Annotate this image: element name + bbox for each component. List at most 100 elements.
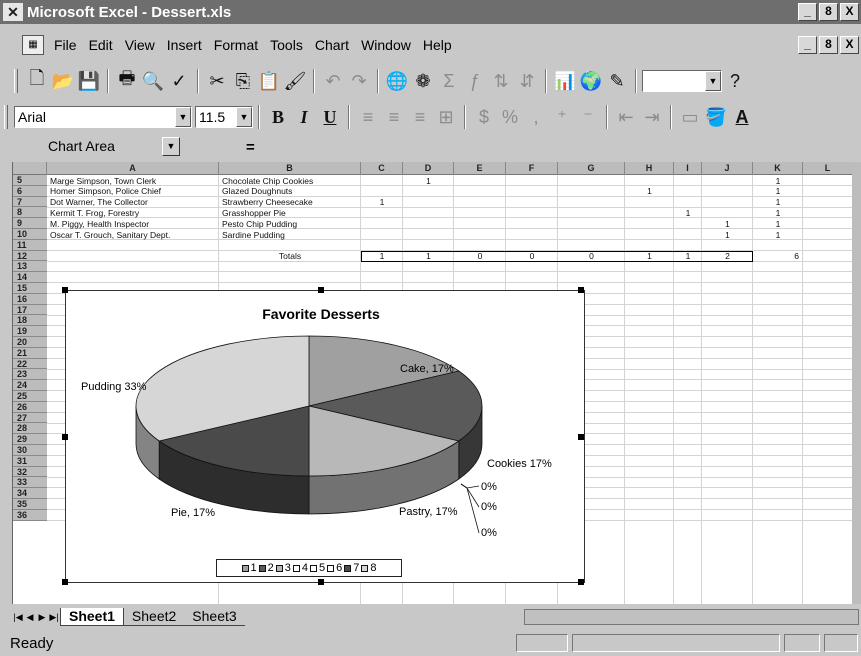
column-header-e[interactable]: E xyxy=(454,162,506,175)
name-box[interactable]: Chart Area ▼ xyxy=(16,136,194,158)
open-icon[interactable]: 📂 xyxy=(50,68,76,94)
chevron-down-icon[interactable]: ▼ xyxy=(236,107,252,127)
menu-edit[interactable]: Edit xyxy=(83,37,119,53)
excel-app-icon[interactable]: ✕ xyxy=(3,3,23,21)
legend-swatch[interactable] xyxy=(344,564,352,572)
row-header[interactable]: 26 xyxy=(13,401,47,413)
cell-mark[interactable]: 1 xyxy=(674,208,702,218)
column-header-i[interactable]: I xyxy=(674,162,702,175)
row-header[interactable]: 32 xyxy=(13,466,47,478)
spelling-icon[interactable]: ✓ xyxy=(166,68,192,94)
row-header[interactable]: 22 xyxy=(13,358,47,370)
cell-mark[interactable]: 1 xyxy=(361,197,403,207)
close-button[interactable]: X xyxy=(840,3,859,21)
select-all-corner[interactable] xyxy=(13,162,47,175)
next-sheet-icon[interactable]: ▶ xyxy=(36,610,48,624)
row-header[interactable]: 8 xyxy=(13,207,47,219)
legend-label[interactable]: 5 xyxy=(319,562,325,574)
row-header[interactable]: 29 xyxy=(13,434,47,445)
resize-handle[interactable] xyxy=(62,434,68,440)
row-header[interactable]: 31 xyxy=(13,455,47,467)
restore-button[interactable]: 8 xyxy=(819,3,838,21)
comma-icon[interactable]: , xyxy=(523,104,549,130)
legend-swatch[interactable] xyxy=(327,564,335,572)
hyperlink-icon[interactable]: 🌐 xyxy=(384,68,410,94)
decrease-indent-icon[interactable]: ⇤ xyxy=(613,104,639,130)
cell-mark[interactable]: 1 xyxy=(625,186,674,196)
cell-dessert[interactable]: Pesto Chip Pudding xyxy=(222,219,297,229)
cell-dessert[interactable]: Chocolate Chip Cookies xyxy=(222,176,313,186)
row-header[interactable]: 21 xyxy=(13,347,47,359)
cell-dessert[interactable]: Grasshopper Pie xyxy=(222,208,286,218)
prev-sheet-icon[interactable]: ◀ xyxy=(24,610,36,624)
legend-label[interactable]: 2 xyxy=(268,562,274,574)
font-color-icon[interactable]: A xyxy=(729,104,755,130)
legend-swatch[interactable] xyxy=(275,564,283,572)
legend-label[interactable]: 4 xyxy=(302,562,308,574)
leader-line[interactable] xyxy=(460,483,480,534)
data-label[interactable]: Pudding 33% xyxy=(81,381,147,393)
row-header[interactable]: 24 xyxy=(13,380,47,391)
column-header-k[interactable]: K xyxy=(753,162,803,175)
chart-area[interactable]: Favorite Desserts Cake, 17% Cookies 17% Pas… xyxy=(65,290,585,583)
cell-name[interactable]: Marge Simpson, Town Clerk xyxy=(50,176,156,186)
cell-mark[interactable]: 1 xyxy=(753,230,803,240)
autosum-icon[interactable]: Σ xyxy=(436,68,462,94)
cell-dessert[interactable]: Strawberry Cheesecake xyxy=(222,197,313,207)
font-size-dropdown[interactable]: 11.5 ▼ xyxy=(195,106,253,128)
percent-icon[interactable]: % xyxy=(497,104,523,130)
menu-insert[interactable]: Insert xyxy=(161,37,208,53)
menu-format[interactable]: Format xyxy=(208,37,264,53)
data-label[interactable]: Cookies 17% xyxy=(487,458,552,470)
align-left-icon[interactable]: ≡ xyxy=(355,104,381,130)
data-label[interactable]: Pastry, 17% xyxy=(399,506,458,518)
row-header[interactable]: 20 xyxy=(13,337,47,348)
pie-chart[interactable]: Favorite Desserts Cake, 17% Cookies 17% Pas… xyxy=(66,291,584,582)
chart-wizard-icon[interactable]: 📊 xyxy=(552,68,578,94)
menu-help[interactable]: Help xyxy=(417,37,458,53)
menu-tools[interactable]: Tools xyxy=(264,37,309,53)
bold-button[interactable]: B xyxy=(265,104,291,130)
sort-ascending-icon[interactable]: ⇅ xyxy=(488,68,514,94)
format-painter-icon[interactable]: 🖌 xyxy=(282,68,308,94)
chart-title[interactable]: Favorite Desserts xyxy=(262,306,380,322)
row-header[interactable]: 10 xyxy=(13,229,47,240)
italic-button[interactable]: I xyxy=(291,104,317,130)
cell-mark[interactable]: 1 xyxy=(702,230,753,240)
resize-handle[interactable] xyxy=(578,434,584,440)
align-center-icon[interactable]: ≡ xyxy=(381,104,407,130)
row-header[interactable]: 11 xyxy=(13,239,47,251)
tab-sheet3[interactable]: Sheet3 xyxy=(184,608,245,626)
legend-label[interactable]: 3 xyxy=(285,562,291,574)
chevron-down-icon[interactable]: ▼ xyxy=(705,71,721,91)
align-right-icon[interactable]: ≡ xyxy=(407,104,433,130)
legend-swatch[interactable] xyxy=(292,564,300,572)
tab-sheet1[interactable]: Sheet1 xyxy=(60,608,124,626)
row-header[interactable]: 7 xyxy=(13,196,47,208)
cell-name[interactable]: Oscar T. Grouch, Sanitary Dept. xyxy=(50,230,170,240)
row-header[interactable]: 6 xyxy=(13,185,47,197)
zoom-dropdown[interactable]: ▼ xyxy=(642,70,722,92)
column-header-g[interactable]: G xyxy=(558,162,625,175)
increase-indent-icon[interactable]: ⇥ xyxy=(639,104,665,130)
column-header-f[interactable]: F xyxy=(506,162,558,175)
row-header[interactable]: 28 xyxy=(13,423,47,435)
column-header-a[interactable]: A xyxy=(47,162,219,175)
resize-handle[interactable] xyxy=(318,287,324,293)
row-header[interactable]: 15 xyxy=(13,283,47,294)
totals-cell[interactable]: 6 xyxy=(753,251,799,261)
undo-icon[interactable]: ↶ xyxy=(320,68,346,94)
cell-name[interactable]: Homer Simpson, Police Chief xyxy=(50,186,161,196)
increase-decimal-icon[interactable]: ⁺ xyxy=(549,104,575,130)
first-sheet-icon[interactable]: |◀ xyxy=(12,610,24,624)
help-icon[interactable]: ? xyxy=(722,68,748,94)
cell-mark[interactable]: 1 xyxy=(753,208,803,218)
cell-mark[interactable]: 1 xyxy=(753,186,803,196)
merge-center-icon[interactable]: ⊞ xyxy=(433,104,459,130)
resize-handle[interactable] xyxy=(62,287,68,293)
horizontal-scrollbar[interactable] xyxy=(524,609,859,625)
legend-label[interactable]: 7 xyxy=(353,562,359,574)
column-header-h[interactable]: H xyxy=(625,162,674,175)
column-header-l[interactable]: L xyxy=(803,162,852,175)
cell-name[interactable]: Dot Warner, The Collector xyxy=(50,197,148,207)
